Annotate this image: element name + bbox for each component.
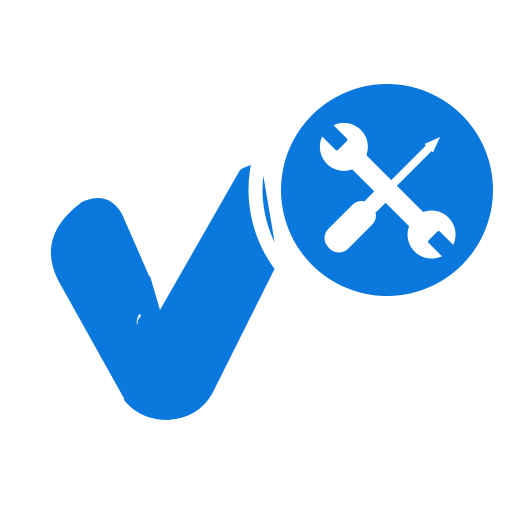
checkmark-with-tools-icon xyxy=(50,84,493,420)
checkmark-icon xyxy=(50,162,278,420)
icon-canvas xyxy=(0,0,512,512)
